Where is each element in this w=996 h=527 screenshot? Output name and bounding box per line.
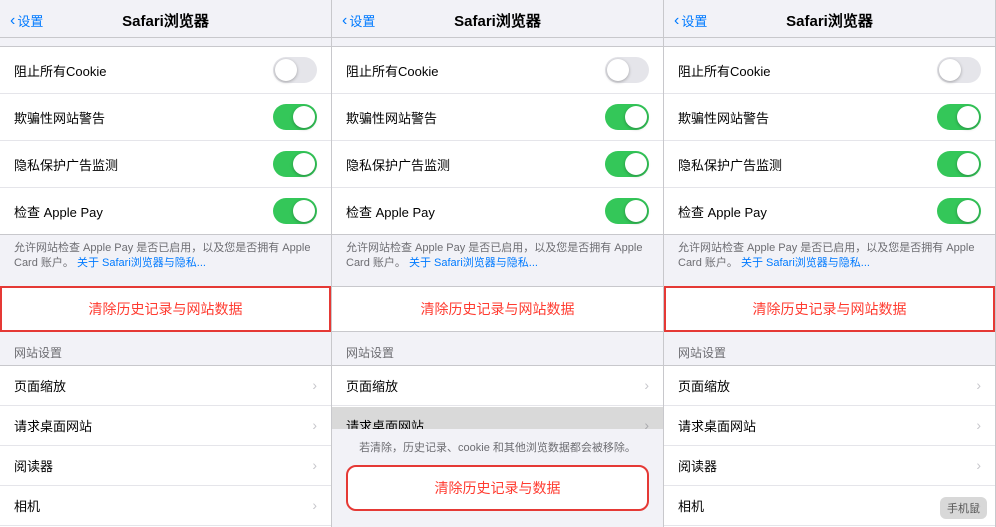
- label-applepay-3: 检查 Apple Pay: [678, 202, 767, 221]
- applepay-desc-3: 允许网站检查 Apple Pay 是否已启用，以及您是否拥有 Apple Car…: [664, 235, 995, 280]
- row-privacy-1: 隐私保护广告监测: [0, 141, 331, 188]
- label-privacy-1: 隐私保护广告监测: [14, 155, 118, 174]
- applepay-link-3[interactable]: 关于 Safari浏览器与隐私...: [741, 257, 870, 269]
- clear-history-btn-1[interactable]: 清除历史记录与网站数据: [0, 286, 331, 332]
- section-header-2: 网站设置: [332, 338, 663, 365]
- chevron-right-icon-1c: ›: [312, 457, 317, 473]
- applepay-link-2[interactable]: 关于 Safari浏览器与隐私...: [409, 257, 538, 269]
- row-desktop-1[interactable]: 请求桌面网站 ›: [0, 406, 331, 446]
- label-privacy-3: 隐私保护广告监测: [678, 155, 782, 174]
- chevron-left-icon-3: ‹: [674, 13, 679, 29]
- label-phishing-1: 欺骗性网站警告: [14, 108, 105, 127]
- popup-inner-2: 若清除，历史记录、cookie 和其他浏览数据都会被移除。 清除历史记录与数据: [332, 429, 663, 527]
- toggle-applepay-1[interactable]: [273, 198, 317, 224]
- back-button-1[interactable]: ‹ 设置: [10, 11, 43, 30]
- settings-content-1: 阻止所有Cookie 欺骗性网站警告 隐私保护广告监测 检查 Apple Pay…: [0, 38, 331, 527]
- toggle-applepay-2[interactable]: [605, 198, 649, 224]
- row-privacy-3: 隐私保护广告监测: [664, 141, 995, 188]
- toggle-cookie-1[interactable]: [273, 57, 317, 83]
- chevron-right-icon-3c: ›: [976, 457, 981, 473]
- row-privacy-2: 隐私保护广告监测: [332, 141, 663, 188]
- panel-1: ‹ 设置 Safari浏览器 阻止所有Cookie 欺骗性网站警告 隐私保护广告…: [0, 0, 332, 527]
- clear-history-label-2: 清除历史记录与网站数据: [421, 299, 575, 319]
- nav-title-2: Safari浏览器: [454, 10, 541, 31]
- row-camera-1[interactable]: 相机 ›: [0, 486, 331, 526]
- label-cookie-1: 阻止所有Cookie: [14, 61, 106, 80]
- label-privacy-2: 隐私保护广告监测: [346, 155, 450, 174]
- nav-rows-group-1: 页面缩放 › 请求桌面网站 › 阅读器 › 相机 › 麦克风 › 位置 ›: [0, 365, 331, 527]
- settings-content-3: 阻止所有Cookie 欺骗性网站警告 隐私保护广告监测 检查 Apple Pay…: [664, 38, 995, 527]
- row-phishing-2: 欺骗性网站警告: [332, 94, 663, 141]
- applepay-link-1[interactable]: 关于 Safari浏览器与隐私...: [77, 257, 206, 269]
- row-reader-3[interactable]: 阅读器 ›: [664, 446, 995, 486]
- toggle-phishing-1[interactable]: [273, 104, 317, 130]
- nav-title-3: Safari浏览器: [786, 10, 873, 31]
- clear-history-btn-2[interactable]: 清除历史记录与网站数据: [332, 286, 663, 332]
- label-cookie-3: 阻止所有Cookie: [678, 61, 770, 80]
- toggle-privacy-1[interactable]: [273, 151, 317, 177]
- chevron-left-icon-2: ‹: [342, 13, 347, 29]
- toggle-cookie-2[interactable]: [605, 57, 649, 83]
- popup-warning-text: 若清除，历史记录、cookie 和其他浏览数据都会被移除。: [346, 439, 649, 455]
- row-cookie-2: 阻止所有Cookie: [332, 47, 663, 94]
- popup-clear-btn[interactable]: 清除历史记录与数据: [346, 465, 649, 511]
- privacy-group-2: 阻止所有Cookie 欺骗性网站警告 隐私保护广告监测 检查 Apple Pay: [332, 46, 663, 235]
- applepay-desc-2: 允许网站检查 Apple Pay 是否已启用，以及您是否拥有 Apple Car…: [332, 235, 663, 280]
- chevron-right-icon-1d: ›: [312, 497, 317, 513]
- chevron-right-icon-1a: ›: [312, 377, 317, 393]
- row-zoom-2[interactable]: 页面缩放 ›: [332, 366, 663, 406]
- row-zoom-1[interactable]: 页面缩放 ›: [0, 366, 331, 406]
- row-cookie-1: 阻止所有Cookie: [0, 47, 331, 94]
- nav-bar-2: ‹ 设置 Safari浏览器: [332, 0, 663, 38]
- toggle-applepay-3[interactable]: [937, 198, 981, 224]
- section-header-3: 网站设置: [664, 338, 995, 365]
- back-button-2[interactable]: ‹ 设置: [342, 11, 375, 30]
- label-phishing-2: 欺骗性网站警告: [346, 108, 437, 127]
- section-header-1: 网站设置: [0, 338, 331, 365]
- row-zoom-3[interactable]: 页面缩放 ›: [664, 366, 995, 406]
- chevron-right-icon-3b: ›: [976, 417, 981, 433]
- nav-title-1: Safari浏览器: [122, 10, 209, 31]
- back-label-2: 设置: [349, 11, 375, 30]
- watermark: 手机鼠: [940, 497, 987, 519]
- clear-history-btn-3[interactable]: 清除历史记录与网站数据: [664, 286, 995, 332]
- row-applepay-1: 检查 Apple Pay: [0, 188, 331, 234]
- back-button-3[interactable]: ‹ 设置: [674, 11, 707, 30]
- back-label-3: 设置: [681, 11, 707, 30]
- back-label-1: 设置: [17, 11, 43, 30]
- nav-bar-1: ‹ 设置 Safari浏览器: [0, 0, 331, 38]
- chevron-right-icon-2a: ›: [644, 377, 649, 393]
- applepay-desc-1: 允许网站检查 Apple Pay 是否已启用，以及您是否拥有 Apple Car…: [0, 235, 331, 280]
- label-cookie-2: 阻止所有Cookie: [346, 61, 438, 80]
- label-applepay-2: 检查 Apple Pay: [346, 202, 435, 221]
- toggle-phishing-3[interactable]: [937, 104, 981, 130]
- privacy-group-1: 阻止所有Cookie 欺骗性网站警告 隐私保护广告监测 检查 Apple Pay: [0, 46, 331, 235]
- label-phishing-3: 欺骗性网站警告: [678, 108, 769, 127]
- toggle-privacy-2[interactable]: [605, 151, 649, 177]
- popup-overlay-2: 若清除，历史记录、cookie 和其他浏览数据都会被移除。 清除历史记录与数据: [332, 407, 663, 527]
- row-cookie-3: 阻止所有Cookie: [664, 47, 995, 94]
- popup-clear-label: 清除历史记录与数据: [435, 478, 561, 498]
- chevron-right-icon-1b: ›: [312, 417, 317, 433]
- toggle-phishing-2[interactable]: [605, 104, 649, 130]
- chevron-left-icon-1: ‹: [10, 13, 15, 29]
- row-desktop-3[interactable]: 请求桌面网站 ›: [664, 406, 995, 446]
- row-phishing-1: 欺骗性网站警告: [0, 94, 331, 141]
- nav-bar-3: ‹ 设置 Safari浏览器: [664, 0, 995, 38]
- privacy-group-3: 阻止所有Cookie 欺骗性网站警告 隐私保护广告监测 检查 Apple Pay: [664, 46, 995, 235]
- panel-3: ‹ 设置 Safari浏览器 阻止所有Cookie 欺骗性网站警告 隐私保护广告…: [664, 0, 996, 527]
- toggle-privacy-3[interactable]: [937, 151, 981, 177]
- row-applepay-3: 检查 Apple Pay: [664, 188, 995, 234]
- row-reader-1[interactable]: 阅读器 ›: [0, 446, 331, 486]
- clear-history-label-3: 清除历史记录与网站数据: [753, 299, 907, 319]
- label-applepay-1: 检查 Apple Pay: [14, 202, 103, 221]
- toggle-cookie-3[interactable]: [937, 57, 981, 83]
- row-applepay-2: 检查 Apple Pay: [332, 188, 663, 234]
- clear-history-label-1: 清除历史记录与网站数据: [89, 299, 243, 319]
- chevron-right-icon-3a: ›: [976, 377, 981, 393]
- row-phishing-3: 欺骗性网站警告: [664, 94, 995, 141]
- panel-2: ‹ 设置 Safari浏览器 阻止所有Cookie 欺骗性网站警告 隐私保护广告…: [332, 0, 664, 527]
